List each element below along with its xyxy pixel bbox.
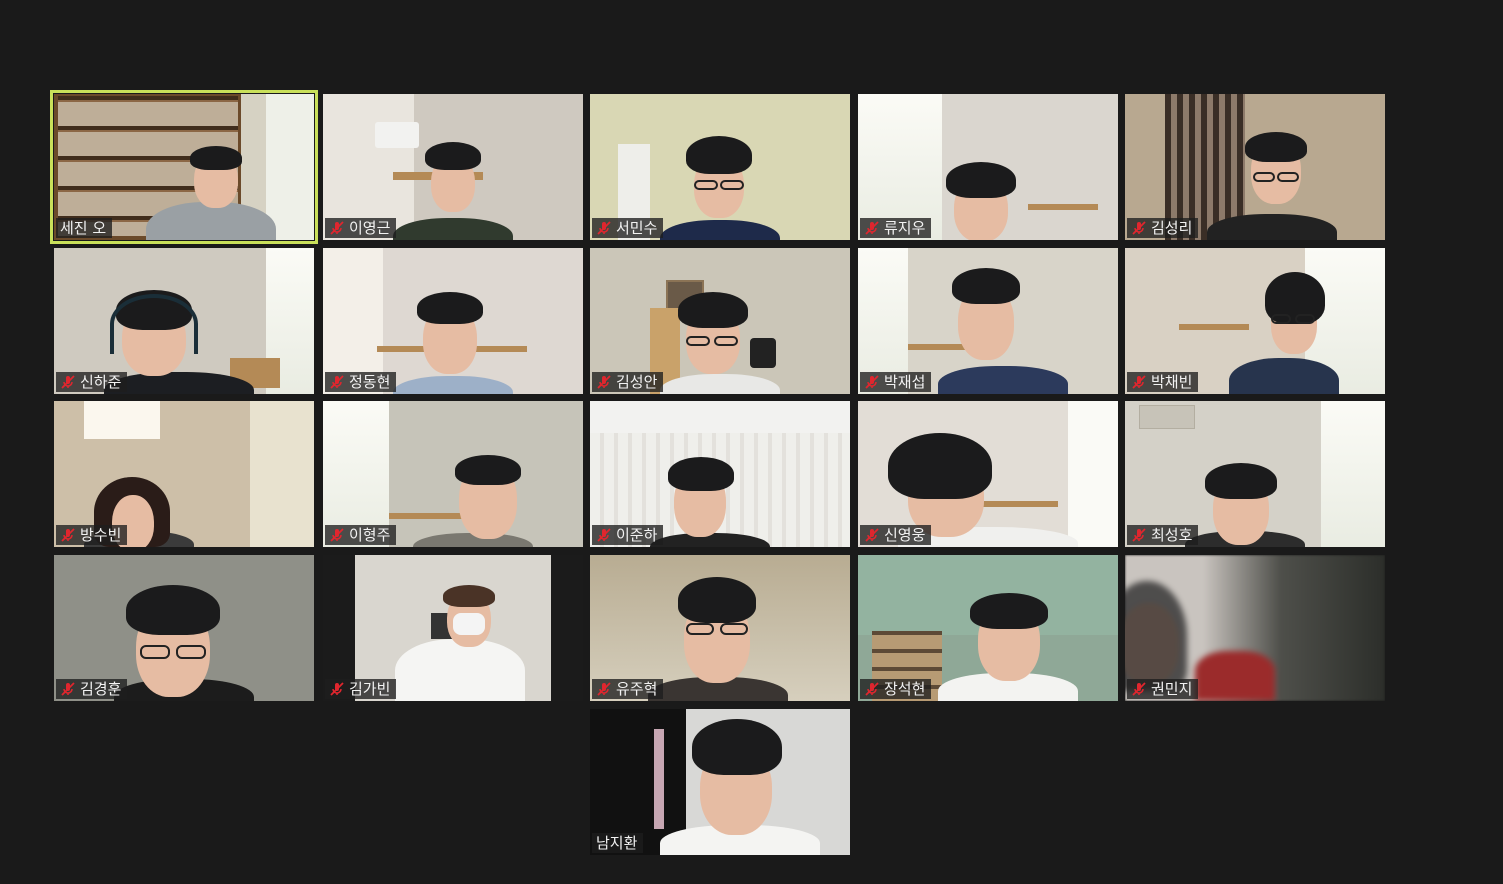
muted-microphone-icon <box>1132 375 1146 389</box>
muted-microphone-icon <box>597 528 611 542</box>
participant-name-label: 남지환 <box>592 833 644 853</box>
participant-name-label: 신하준 <box>56 372 128 392</box>
participant-name: 김성리 <box>1151 219 1193 237</box>
participant-name: 유주혁 <box>616 680 658 698</box>
participant-name: 박채빈 <box>1151 373 1193 391</box>
video-tile[interactable]: 류지우 <box>858 94 1118 240</box>
video-tile[interactable]: 방수빈 <box>54 401 314 547</box>
video-tile[interactable]: 이형주 <box>323 401 583 547</box>
participant-name-label: 방수빈 <box>56 525 128 545</box>
muted-microphone-icon <box>865 375 879 389</box>
video-tile[interactable]: 유주혁 <box>590 555 850 701</box>
participant-name-label: 이준하 <box>592 525 664 545</box>
video-tile[interactable]: 신하준 <box>54 248 314 394</box>
participant-name-label: 권민지 <box>1127 679 1199 699</box>
video-tile[interactable]: 남지환 <box>590 709 850 855</box>
participant-name: 이형주 <box>349 526 391 544</box>
muted-microphone-icon <box>865 682 879 696</box>
participant-name-label: 신영웅 <box>860 525 932 545</box>
video-tile[interactable]: 박채빈 <box>1125 248 1385 394</box>
participant-name: 최성호 <box>1151 526 1193 544</box>
participant-name: 류지우 <box>884 219 926 237</box>
participant-name: 세진 오 <box>60 219 107 237</box>
video-tile[interactable]: 박재섭 <box>858 248 1118 394</box>
participant-name: 이영근 <box>349 219 391 237</box>
video-tile[interactable]: 이준하 <box>590 401 850 547</box>
video-tile[interactable]: 김성리 <box>1125 94 1385 240</box>
video-tile[interactable]: 장석현 <box>858 555 1118 701</box>
video-tile[interactable]: 이영근 <box>323 94 583 240</box>
participant-name: 신영웅 <box>884 526 926 544</box>
participant-name-label: 김경훈 <box>56 679 128 699</box>
video-tile[interactable]: 세진 오 <box>50 90 318 244</box>
participant-name: 권민지 <box>1151 680 1193 698</box>
participant-name-label: 박채빈 <box>1127 372 1199 392</box>
participant-name-label: 장석현 <box>860 679 932 699</box>
video-tile[interactable]: 권민지 <box>1125 555 1385 701</box>
participant-name-label: 류지우 <box>860 218 932 238</box>
muted-microphone-icon <box>330 528 344 542</box>
video-tile[interactable]: 김가빈 <box>323 555 583 701</box>
muted-microphone-icon <box>597 682 611 696</box>
muted-microphone-icon <box>330 221 344 235</box>
participant-name-label: 세진 오 <box>56 218 113 238</box>
participant-name: 이준하 <box>616 526 658 544</box>
muted-microphone-icon <box>330 682 344 696</box>
participant-name: 남지환 <box>596 834 638 852</box>
participant-name-label: 이형주 <box>325 525 397 545</box>
participant-name-label: 이영근 <box>325 218 397 238</box>
participant-name-label: 박재섭 <box>860 372 932 392</box>
participant-name: 방수빈 <box>80 526 122 544</box>
gallery-view: 세진 오 이영근 서민수 류지우 김성리 신하준 정동현 김성안 박재섭 박채빈… <box>0 0 1503 884</box>
participant-name: 김경훈 <box>80 680 122 698</box>
participant-name-label: 정동현 <box>325 372 397 392</box>
muted-microphone-icon <box>61 528 75 542</box>
participant-name: 정동현 <box>349 373 391 391</box>
participant-name-label: 최성호 <box>1127 525 1199 545</box>
video-tile[interactable]: 김성안 <box>590 248 850 394</box>
video-tile[interactable]: 서민수 <box>590 94 850 240</box>
muted-microphone-icon <box>1132 682 1146 696</box>
participant-name-label: 김가빈 <box>325 679 397 699</box>
video-tile[interactable]: 신영웅 <box>858 401 1118 547</box>
participant-name: 박재섭 <box>884 373 926 391</box>
participant-name-label: 김성안 <box>592 372 664 392</box>
video-tile[interactable]: 김경훈 <box>54 555 314 701</box>
muted-microphone-icon <box>61 682 75 696</box>
participant-name: 서민수 <box>616 219 658 237</box>
video-tile[interactable]: 정동현 <box>323 248 583 394</box>
participant-name: 김가빈 <box>349 680 391 698</box>
participant-name-label: 유주혁 <box>592 679 664 699</box>
muted-microphone-icon <box>865 221 879 235</box>
participant-name: 신하준 <box>80 373 122 391</box>
participant-name-label: 김성리 <box>1127 218 1199 238</box>
participant-name: 장석현 <box>884 680 926 698</box>
muted-microphone-icon <box>330 375 344 389</box>
muted-microphone-icon <box>597 375 611 389</box>
participant-name-label: 서민수 <box>592 218 664 238</box>
video-tile[interactable]: 최성호 <box>1125 401 1385 547</box>
muted-microphone-icon <box>1132 528 1146 542</box>
muted-microphone-icon <box>597 221 611 235</box>
muted-microphone-icon <box>1132 221 1146 235</box>
participant-name: 김성안 <box>616 373 658 391</box>
muted-microphone-icon <box>61 375 75 389</box>
muted-microphone-icon <box>865 528 879 542</box>
